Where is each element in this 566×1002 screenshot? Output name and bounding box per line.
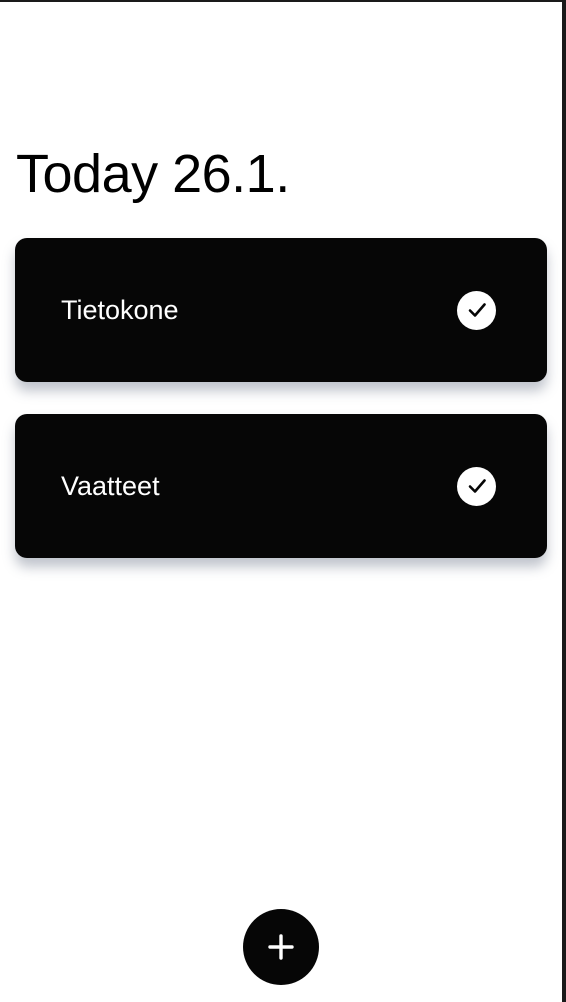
page-title: Today 26.1.	[16, 144, 290, 204]
task-list: Tietokone Vaatteet	[15, 238, 547, 590]
window-frame-top	[0, 0, 566, 2]
task-card-vaatteet[interactable]: Vaatteet	[15, 414, 547, 558]
task-label: Tietokone	[61, 295, 179, 325]
plus-icon	[267, 933, 295, 961]
task-label: Vaatteet	[61, 471, 160, 501]
task-card-tietokone[interactable]: Tietokone	[15, 238, 547, 382]
check-circle-icon[interactable]	[457, 290, 496, 330]
window-frame-right	[562, 0, 566, 1002]
add-task-button[interactable]	[243, 909, 319, 985]
check-circle-icon[interactable]	[457, 466, 496, 506]
